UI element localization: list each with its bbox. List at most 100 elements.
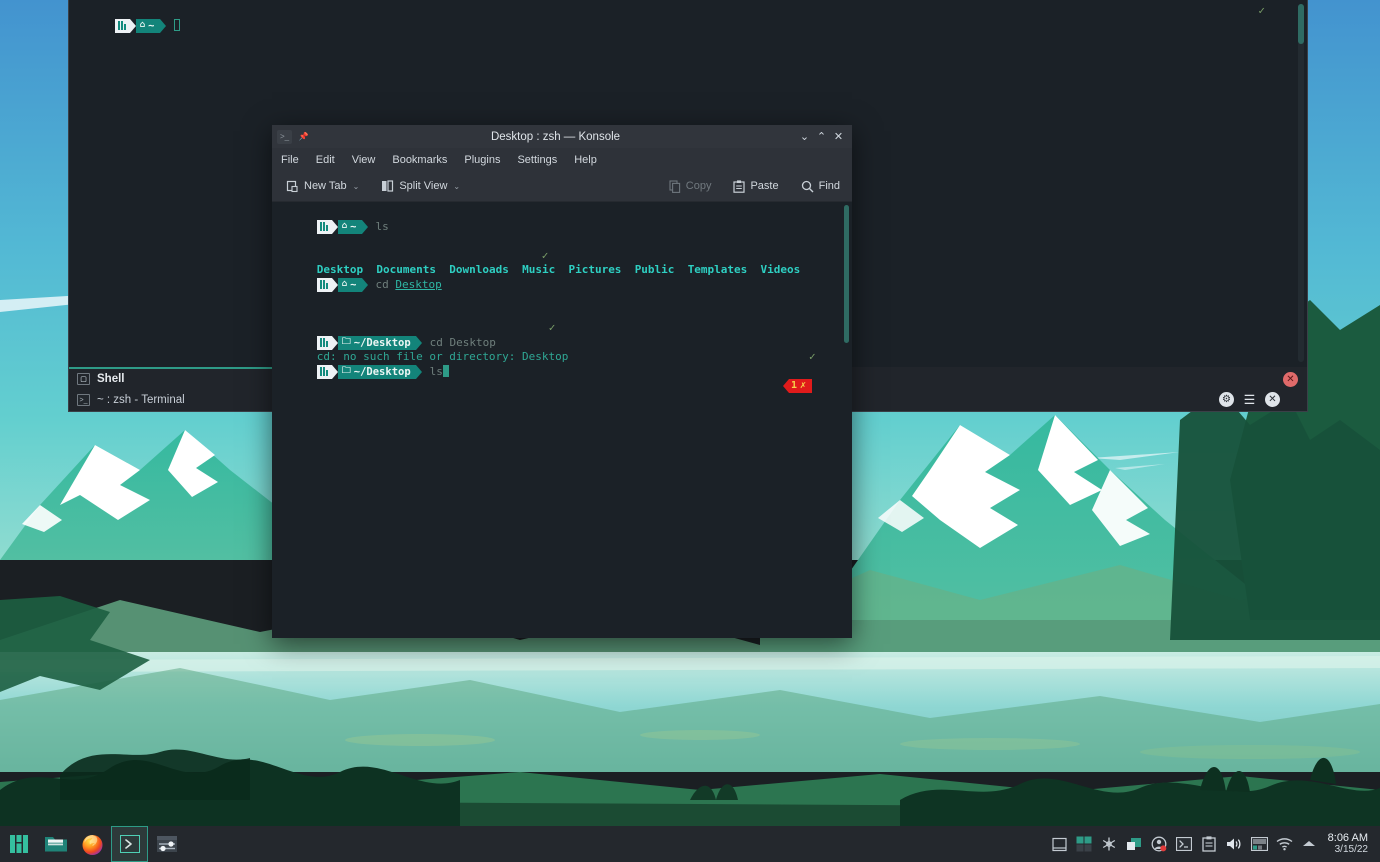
search-icon xyxy=(801,180,814,192)
copy-label: Copy xyxy=(685,180,712,192)
menu-item-file[interactable]: File xyxy=(281,154,299,166)
new-tab-icon xyxy=(286,180,298,192)
yakuake-prompt-line: ⌂ ~ xyxy=(75,4,1301,33)
menu-item-bookmarks[interactable]: Bookmarks xyxy=(392,154,447,166)
copy-button: Copy xyxy=(665,178,716,195)
terminal-active-prompt-line[interactable]: 🗀 ~/Desktop ls 1 ✗ xyxy=(277,350,847,393)
menu-item-help[interactable]: Help xyxy=(574,154,597,166)
terminal-icon: >_ xyxy=(277,129,292,144)
konsole-scrollbar[interactable] xyxy=(844,205,849,343)
prompt-powerline: ⌂ ~ xyxy=(316,219,368,235)
display-icon[interactable] xyxy=(1122,826,1147,862)
copy-icon xyxy=(669,179,680,193)
manjaro-logo-icon xyxy=(316,219,332,234)
split-view-button[interactable]: Split View ⌄ xyxy=(377,178,464,194)
yakuake-scrollbar[interactable] xyxy=(1298,4,1304,362)
manjaro-menu-icon[interactable] xyxy=(0,826,37,862)
taskbar-launchers[interactable] xyxy=(0,826,185,862)
prompt-path-segment: 🗀 ~/Desktop xyxy=(337,364,416,379)
settings-icon[interactable] xyxy=(148,826,185,862)
chevron-down-icon[interactable]: ⌄ xyxy=(353,182,360,191)
block-cursor xyxy=(173,18,180,31)
system-tray[interactable]: 8:06 AM 3/15/22 xyxy=(1047,826,1380,862)
terminal-error-line: cd: no such file or directory: Desktop xyxy=(277,336,847,363)
pin-icon[interactable]: 📌 xyxy=(296,130,311,144)
new-tab-label: New Tab xyxy=(304,180,347,192)
menu-item-plugins[interactable]: Plugins xyxy=(464,154,500,166)
paste-button[interactable]: Paste xyxy=(729,178,782,195)
wifi-icon[interactable] xyxy=(1272,826,1297,862)
yakuake-close-session-button[interactable]: ✕ xyxy=(1283,372,1298,387)
home-icon: ⌂ xyxy=(341,221,348,232)
pager-icon[interactable] xyxy=(1047,826,1072,862)
command-cd: cd xyxy=(375,277,396,291)
taskbar[interactable]: 8:06 AM 3/15/22 xyxy=(0,826,1380,862)
command-ls: ls xyxy=(375,219,389,233)
home-icon: ⌂ xyxy=(139,20,146,31)
find-label: Find xyxy=(818,180,840,192)
network-manager-icon[interactable] xyxy=(1247,826,1272,862)
close-icon[interactable]: ✕ xyxy=(1265,392,1280,407)
find-button[interactable]: Find xyxy=(797,178,844,195)
exit-status-count: 1 xyxy=(791,379,798,391)
gear-icon[interactable]: ⚙ xyxy=(1219,392,1234,407)
volume-icon[interactable] xyxy=(1222,826,1247,862)
prompt-path-home: ~ xyxy=(350,278,357,291)
home-icon: ⌂ xyxy=(341,279,348,290)
manjaro-logo-glyph xyxy=(9,835,28,853)
ls-output-row: Desktop Documents Downloads Music Pictur… xyxy=(277,249,847,276)
folder-icon: 🗀 xyxy=(341,366,351,377)
manjaro-logo-icon xyxy=(114,18,130,33)
exit-status-badge: 1 ✗ xyxy=(783,379,813,393)
prompt-path-segment: ⌂ ~ xyxy=(337,219,362,234)
clock-widget[interactable]: 8:06 AM 3/15/22 xyxy=(1322,832,1374,857)
konsole-terminal-output[interactable]: ⌂ ~ ls ✓ Desktop Documents Downloads Musi… xyxy=(272,202,852,638)
yakuake-status-check: ✓ xyxy=(1258,4,1265,17)
paste-icon xyxy=(733,179,746,193)
yakuake-tab-shell-label: Shell xyxy=(97,373,125,385)
manjaro-logo-icon xyxy=(316,277,332,292)
file-manager-icon[interactable] xyxy=(37,826,74,862)
terminal-glyph xyxy=(119,835,140,853)
konsole-toolbar[interactable]: New Tab ⌄ Split View ⌄ Copy Paste Find xyxy=(272,171,852,202)
prompt-path-desktop: ~/Desktop xyxy=(353,365,411,378)
yakuake-prompt-path: ~ xyxy=(148,19,155,32)
prompt-powerline: ⌂ ~ xyxy=(114,18,166,34)
terminal-icon: >_ xyxy=(77,394,90,406)
minimize-button[interactable]: ⌄ xyxy=(796,128,813,145)
close-button[interactable]: ✕ xyxy=(830,128,847,145)
konsole-menu-bar[interactable]: File Edit View Bookmarks Plugins Setting… xyxy=(272,148,852,171)
prompt-path-segment: ⌂ ~ xyxy=(337,277,362,292)
konsole-window-title: Desktop : zsh — Konsole xyxy=(490,130,621,143)
block-cursor xyxy=(442,364,449,377)
clock-date: 3/15/22 xyxy=(1334,844,1368,855)
chevron-down-icon[interactable]: ⌄ xyxy=(453,182,460,191)
prompt-powerline: ⌂ ~ xyxy=(316,277,368,293)
hamburger-menu-icon[interactable]: ☰ xyxy=(1242,392,1257,407)
virtual-desktops-icon[interactable] xyxy=(1072,826,1097,862)
tab-icon: ▢ xyxy=(77,373,90,385)
firefox-icon[interactable] xyxy=(74,826,111,862)
terminal-tray-icon[interactable] xyxy=(1172,826,1197,862)
notifications-icon[interactable] xyxy=(1097,826,1122,862)
menu-item-edit[interactable]: Edit xyxy=(316,154,335,166)
terminal-command-line: 🗀 ~/Desktop cd Desktop ✓ xyxy=(277,321,847,363)
show-hidden-icon[interactable] xyxy=(1297,826,1322,862)
clipboard-icon[interactable] xyxy=(1197,826,1222,862)
prompt-powerline: 🗀 ~/Desktop xyxy=(316,364,422,380)
manjaro-logo-icon xyxy=(316,364,332,379)
terminal-command-line: ⌂ ~ ls xyxy=(277,205,847,234)
user-account-icon[interactable] xyxy=(1147,826,1172,862)
clock-time: 8:06 AM xyxy=(1327,831,1368,844)
paste-label: Paste xyxy=(750,180,779,192)
konsole-window[interactable]: >_ 📌 Desktop : zsh — Konsole ⌄ ⌃ ✕ File … xyxy=(272,125,852,638)
exit-status-symbol: ✗ xyxy=(800,379,807,391)
firefox-glyph xyxy=(82,834,103,855)
terminal-icon[interactable] xyxy=(111,826,148,862)
konsole-title-bar[interactable]: >_ 📌 Desktop : zsh — Konsole ⌄ ⌃ ✕ xyxy=(272,125,852,148)
menu-item-view[interactable]: View xyxy=(352,154,376,166)
menu-item-settings[interactable]: Settings xyxy=(517,154,557,166)
maximize-button[interactable]: ⌃ xyxy=(813,128,830,145)
new-tab-button[interactable]: New Tab ⌄ xyxy=(282,178,363,195)
prompt-path-segment: ⌂ ~ xyxy=(135,18,160,33)
